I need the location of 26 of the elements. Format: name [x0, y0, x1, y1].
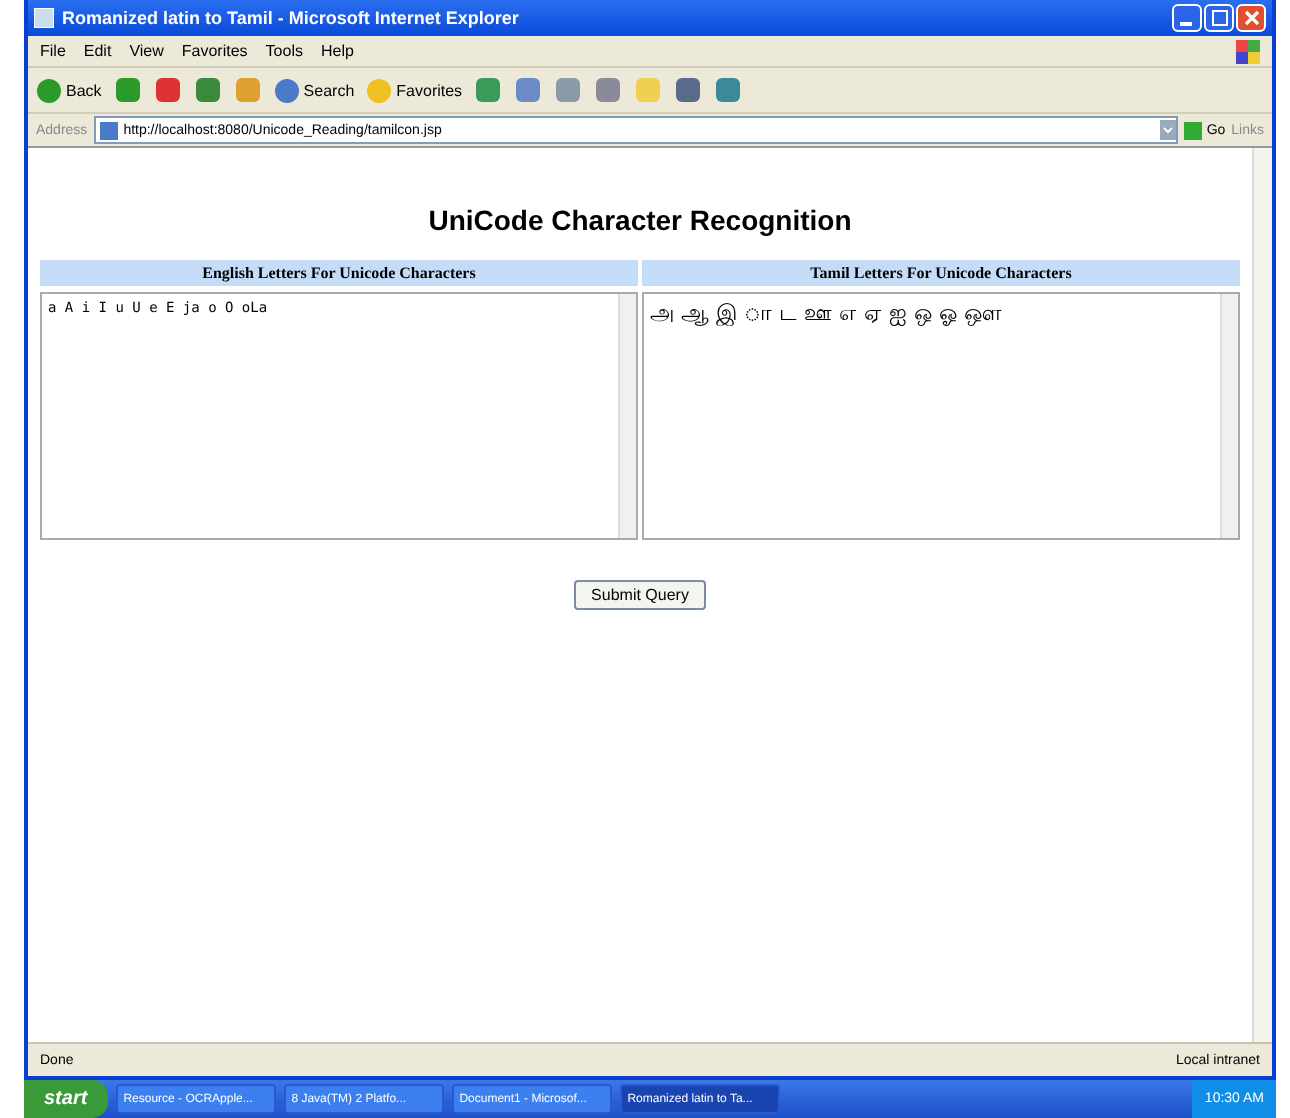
favorites-button[interactable]: Favorites — [366, 77, 463, 103]
maximize-icon — [1211, 10, 1227, 26]
maximize-button[interactable] — [1204, 4, 1234, 32]
menu-item[interactable]: Favorites — [181, 42, 248, 60]
column-header: English Letters For Unicode Characters — [40, 260, 638, 286]
submit-button[interactable]: Submit Query — [573, 580, 707, 610]
windows-logo-icon — [1236, 39, 1260, 63]
close-button[interactable] — [1236, 4, 1266, 32]
menu-item[interactable]: Tools — [265, 42, 303, 60]
scrollbar[interactable] — [1252, 148, 1272, 1042]
dropdown-icon[interactable] — [1160, 120, 1177, 140]
minimize-button[interactable] — [1172, 4, 1202, 32]
menu-item[interactable]: Edit — [83, 42, 112, 60]
menu-item[interactable]: View — [129, 42, 164, 60]
window-title: Romanized latin to Tamil - Microsoft Internet Explorer — [62, 8, 521, 28]
search-button[interactable]: Search — [273, 77, 355, 103]
column-header: Tamil Letters For Unicode Characters — [642, 260, 1240, 286]
menu-item[interactable]: Help — [320, 42, 354, 60]
page-heading: UniCode Character Recognition — [426, 204, 854, 236]
text-area[interactable]: அ ஆ இ ா ட ஊ எ ஏ ஐ ஒ ஓ ஔ — [642, 292, 1240, 540]
scrollbar[interactable] — [618, 294, 636, 538]
close-icon — [1243, 10, 1259, 26]
back-button[interactable]: Back — [36, 77, 102, 103]
start-button[interactable]: start — [24, 1080, 108, 1118]
scrollbar[interactable] — [1220, 294, 1238, 538]
menu-item[interactable]: File — [40, 42, 66, 60]
